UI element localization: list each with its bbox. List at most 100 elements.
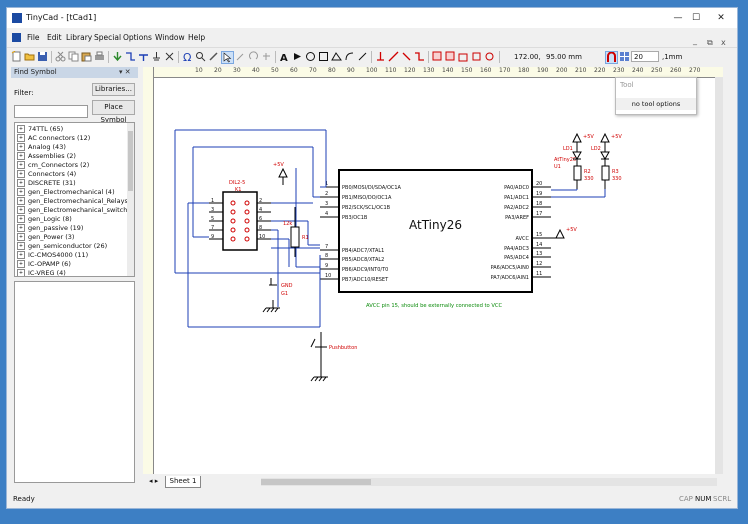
minimize-button[interactable]: —: [669, 11, 687, 25]
select-arrow-icon[interactable]: [221, 51, 234, 64]
arrow-down-icon[interactable]: [112, 51, 123, 62]
expand-icon[interactable]: +: [17, 134, 25, 142]
ruler-label: 20: [214, 67, 222, 74]
square-tool-icon[interactable]: [318, 51, 329, 62]
polygon-tool-icon[interactable]: [331, 51, 342, 62]
tree-item[interactable]: + Connectors (4): [17, 170, 76, 178]
mirror-icon[interactable]: [261, 51, 272, 62]
tree-scrollbar[interactable]: [127, 123, 134, 276]
sheet-tab[interactable]: Sheet 1: [165, 476, 201, 488]
panel-pin-close-icon[interactable]: ▾ ✕: [119, 68, 131, 76]
menu-special[interactable]: Special: [94, 33, 121, 42]
tree-item[interactable]: + gen_Power (3): [17, 233, 74, 241]
bus-tool-icon[interactable]: [138, 51, 149, 62]
tree-item[interactable]: + gen_Electromechanical_Relays (6): [17, 197, 134, 205]
expand-icon[interactable]: +: [17, 206, 25, 214]
snap-magnet-icon[interactable]: [605, 51, 618, 64]
expand-icon[interactable]: +: [17, 197, 25, 205]
expand-icon[interactable]: +: [17, 260, 25, 268]
expand-icon[interactable]: +: [17, 188, 25, 196]
tree-item[interactable]: + gen_passive (19): [17, 224, 83, 232]
expand-icon[interactable]: +: [17, 233, 25, 241]
new-file-icon[interactable]: [11, 51, 22, 62]
place-symbol-button[interactable]: Place Symbol: [92, 100, 135, 124]
expand-icon[interactable]: +: [17, 179, 25, 187]
tree-item[interactable]: + DISCRETE (31): [17, 179, 76, 187]
expand-icon[interactable]: +: [17, 224, 25, 232]
junction-tool-icon[interactable]: [151, 51, 162, 62]
tree-item[interactable]: + AC connectors (12): [17, 134, 90, 142]
netlist-icon[interactable]: [445, 51, 456, 62]
copy-icon[interactable]: [68, 51, 79, 62]
sheet-nav-arrows[interactable]: ◂ ▸: [149, 477, 158, 485]
annotate-icon[interactable]: [471, 51, 482, 62]
wire-tool-icon[interactable]: [125, 51, 136, 62]
schematic[interactable]: AtTiny26 1 PB0/MOSI/DI/SDA/OC1A 2 PB1/MISO/D…: [153, 77, 715, 474]
expand-icon[interactable]: +: [17, 269, 25, 276]
menu-help[interactable]: Help: [188, 33, 205, 42]
menu-options[interactable]: Options: [123, 33, 152, 42]
edit-tool-icon[interactable]: [208, 51, 219, 62]
pointer-tool-icon[interactable]: [292, 51, 303, 62]
expand-icon[interactable]: +: [17, 251, 25, 259]
vertical-scrollbar[interactable]: [715, 77, 723, 474]
tree-item[interactable]: + IC-OPAMP (6): [17, 260, 71, 268]
probe-icon[interactable]: [235, 51, 246, 62]
expand-icon[interactable]: +: [17, 152, 25, 160]
filter-input[interactable]: [14, 105, 88, 118]
libraries-button[interactable]: Libraries...: [92, 83, 135, 96]
open-folder-icon[interactable]: [24, 51, 35, 62]
rotate-icon[interactable]: [248, 51, 259, 62]
design-check-icon[interactable]: [432, 51, 443, 62]
menu-library[interactable]: Library: [66, 33, 92, 42]
tree-item[interactable]: + Analog (43): [17, 143, 66, 151]
tree-item[interactable]: +74TTL (65): [17, 125, 63, 133]
menu-file[interactable]: File: [27, 33, 40, 42]
tree-item[interactable]: + Assemblies (2): [17, 152, 76, 160]
menu-edit[interactable]: Edit: [47, 33, 62, 42]
expand-icon[interactable]: +: [17, 143, 25, 151]
grid-size-input[interactable]: 20: [631, 51, 659, 62]
mdi-minimize-button[interactable]: _: [693, 36, 697, 45]
expand-icon[interactable]: +: [17, 242, 25, 250]
tree-scroll-thumb[interactable]: [128, 131, 133, 191]
power-symbol-icon[interactable]: [375, 51, 386, 62]
red-step-icon[interactable]: [414, 51, 425, 62]
tree-item[interactable]: + IC-VREG (4): [17, 269, 66, 276]
close-button[interactable]: ✕: [712, 11, 730, 25]
paste-icon[interactable]: [81, 51, 92, 62]
save-icon[interactable]: [37, 51, 48, 62]
no-connect-icon[interactable]: [164, 51, 175, 62]
zoom-icon[interactable]: [195, 51, 206, 62]
omega-icon[interactable]: Ω: [182, 51, 193, 62]
tree-item[interactable]: + gen_semiconductor (26): [17, 242, 107, 250]
maximize-button[interactable]: ☐: [687, 11, 705, 25]
line-tool-icon[interactable]: [357, 51, 368, 62]
circle-tool-icon[interactable]: [305, 51, 316, 62]
expand-icon[interactable]: +: [17, 215, 25, 223]
grid-icon[interactable]: [619, 51, 630, 62]
r1-value: 12k: [283, 221, 292, 227]
print-icon[interactable]: [94, 51, 105, 62]
menu-window[interactable]: Window: [155, 33, 185, 42]
cut-icon[interactable]: [55, 51, 66, 62]
tree-item[interactable]: + IC-CMOS4000 (11): [17, 251, 88, 259]
horizontal-scroll-thumb[interactable]: [261, 479, 371, 485]
horizontal-scrollbar[interactable]: [261, 478, 717, 486]
spice-icon[interactable]: [484, 51, 495, 62]
text-tool-icon[interactable]: A: [279, 51, 290, 62]
red-line-icon[interactable]: [388, 51, 399, 62]
tree-item[interactable]: + cm_Connectors (2): [17, 161, 89, 169]
arc-tool-icon[interactable]: [344, 51, 355, 62]
expand-icon[interactable]: +: [17, 125, 25, 133]
tree-item[interactable]: + gen_Electromechanical (4): [17, 188, 115, 196]
bom-icon[interactable]: [458, 51, 469, 62]
mdi-close-button[interactable]: x: [721, 38, 726, 47]
red-diagonal-icon[interactable]: [401, 51, 412, 62]
tree-item[interactable]: + gen_Logic (8): [17, 215, 72, 223]
expand-icon[interactable]: +: [17, 161, 25, 169]
library-tree[interactable]: +74TTL (65) + AC connectors (12) + Analog (4…: [14, 122, 135, 277]
tree-item[interactable]: + gen_Electromechanical_switches (1!: [17, 206, 134, 214]
expand-icon[interactable]: +: [17, 170, 25, 178]
ic-pin-label: PB3/OC1B: [342, 215, 368, 221]
